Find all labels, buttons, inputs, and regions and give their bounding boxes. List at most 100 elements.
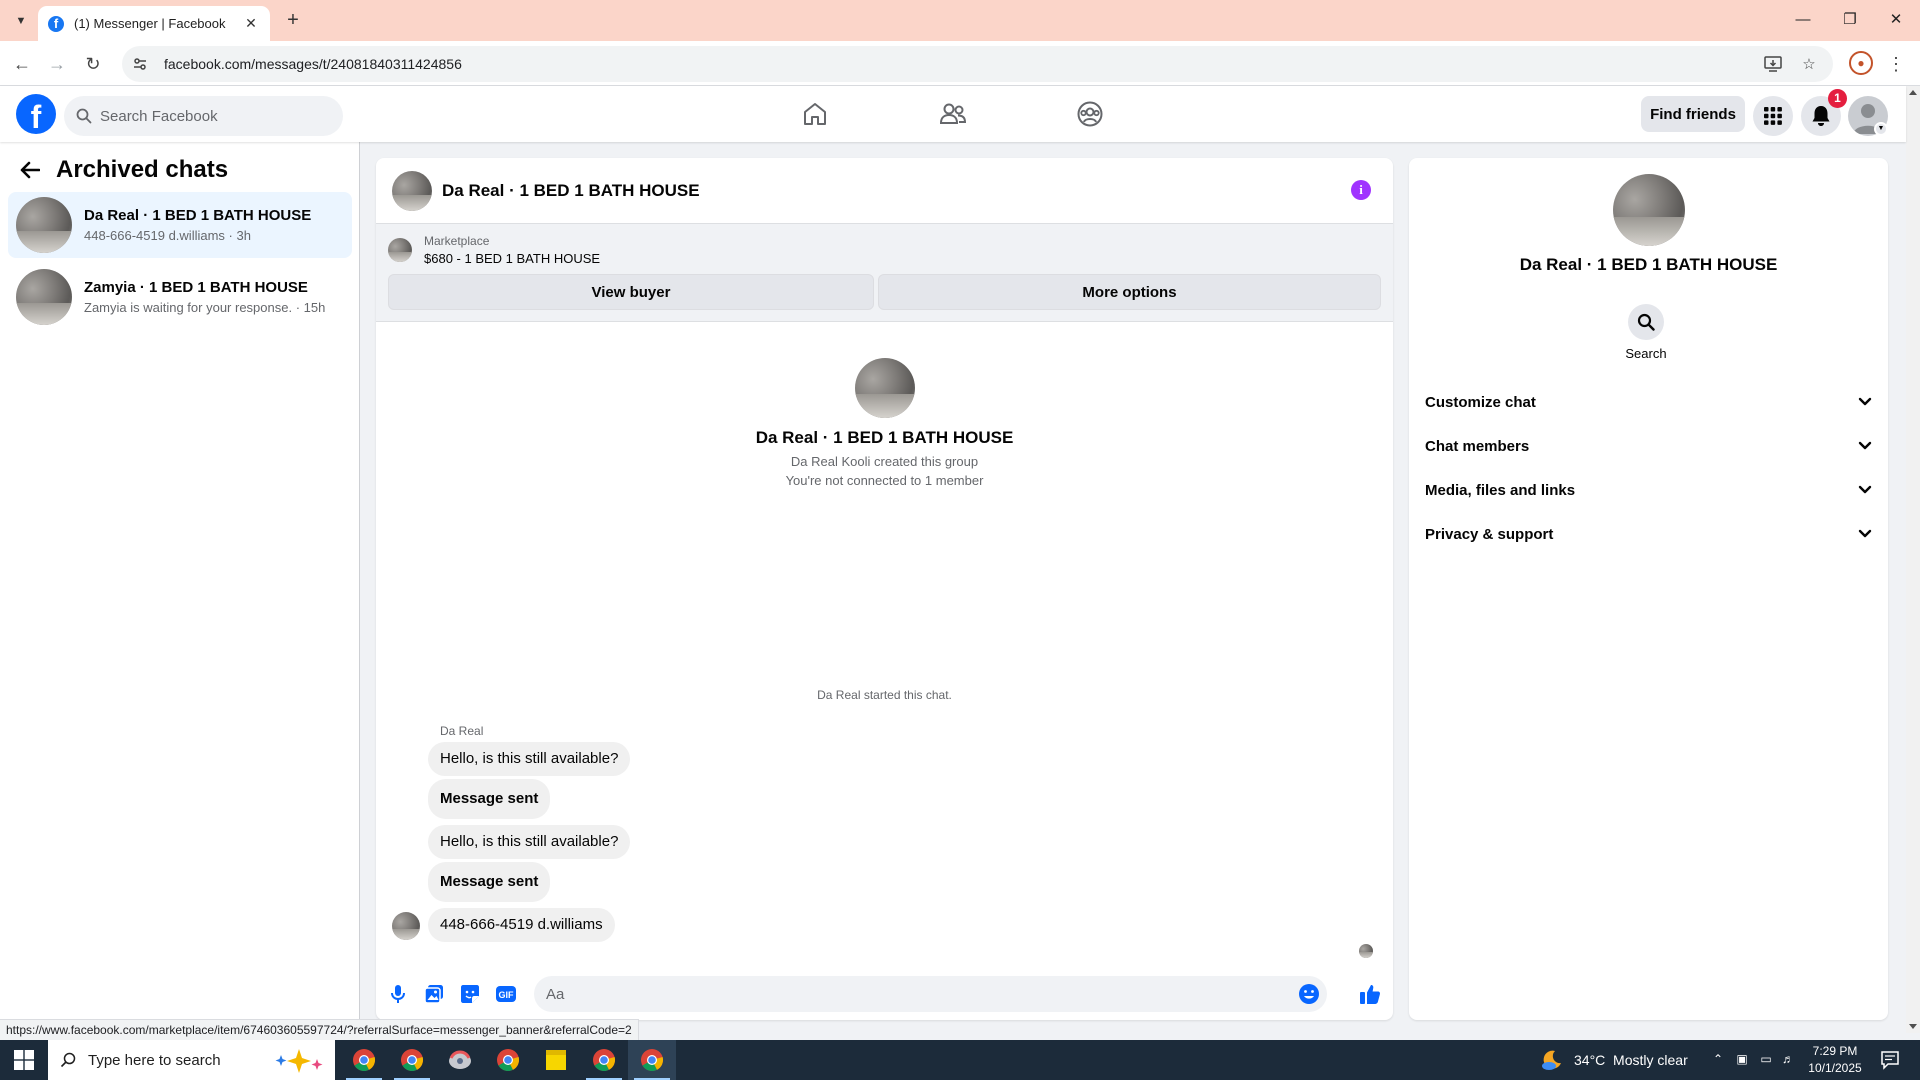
- home-icon[interactable]: [795, 96, 835, 132]
- menu-grid-icon[interactable]: [1753, 96, 1793, 136]
- chat-item-zamyia[interactable]: Zamyia · 1 BED 1 BATH HOUSE Zamyia is wa…: [8, 264, 352, 330]
- microphone-icon[interactable]: [386, 982, 410, 1006]
- taskbar-sticky-notes-icon[interactable]: [532, 1040, 580, 1080]
- taskbar-search-box[interactable]: Type here to search: [48, 1040, 335, 1080]
- search-highlight-sparkle-icon: [275, 1049, 323, 1073]
- chat-avatar: [16, 197, 72, 253]
- archived-chats-header: Archived chats: [16, 156, 228, 184]
- media-files-links-section[interactable]: Media, files and links: [1425, 470, 1872, 510]
- clock-date: 10/1/2025: [1808, 1061, 1862, 1075]
- taskbar-chrome-profile-icon[interactable]: [388, 1040, 436, 1080]
- chat-name: Zamyia · 1 BED 1 BATH HOUSE: [84, 279, 308, 296]
- more-options-button[interactable]: More options: [878, 274, 1381, 310]
- tray-expand-chevron-icon[interactable]: ⌃: [1710, 1052, 1726, 1068]
- bookmark-star-icon[interactable]: ☆: [1797, 52, 1821, 76]
- message-input[interactable]: [546, 976, 1286, 1012]
- taskbar-chrome-icon[interactable]: [340, 1040, 388, 1080]
- window-close-icon[interactable]: ✕: [1881, 8, 1911, 32]
- section-label: Customize chat: [1425, 393, 1536, 411]
- details-search-label: Search: [1625, 346, 1667, 361]
- taskbar-app-icon[interactable]: [436, 1040, 484, 1080]
- message-input-wrapper[interactable]: [534, 976, 1327, 1012]
- conversation-info-icon[interactable]: i: [1351, 180, 1371, 200]
- emoji-icon[interactable]: [1297, 982, 1321, 1006]
- back-icon[interactable]: ←: [8, 50, 36, 78]
- message-bubble[interactable]: Message sent: [428, 862, 551, 902]
- sender-avatar: [392, 912, 420, 940]
- taskbar-chrome-active-icon[interactable]: [628, 1040, 676, 1080]
- taskbar-search-icon: [60, 1052, 76, 1068]
- taskbar-chrome-window-icon[interactable]: [580, 1040, 628, 1080]
- tab-title: (1) Messenger | Facebook: [74, 16, 226, 31]
- install-app-icon[interactable]: [1761, 52, 1785, 76]
- chat-members-section[interactable]: Chat members: [1425, 426, 1872, 466]
- taskbar-chrome-alt-icon[interactable]: [484, 1040, 532, 1080]
- new-tab-plus-icon[interactable]: +: [281, 8, 305, 32]
- page-scrollbar[interactable]: [1906, 86, 1920, 1033]
- privacy-support-section[interactable]: Privacy & support: [1425, 514, 1872, 554]
- chat-name: Da Real · 1 BED 1 BATH HOUSE: [84, 207, 312, 224]
- scroll-up-arrow-icon[interactable]: [1909, 90, 1917, 95]
- archived-chats-panel: Archived chats Da Real · 1 BED 1 BATH HO…: [0, 142, 360, 1033]
- taskbar-clock[interactable]: 7:29 PM 10/1/2025: [1800, 1043, 1870, 1077]
- url-text[interactable]: facebook.com/messages/t/2408184031142485…: [164, 56, 1761, 72]
- site-info-icon[interactable]: [130, 54, 150, 74]
- groups-icon[interactable]: [1070, 96, 1110, 132]
- marketplace-label: Marketplace: [424, 234, 490, 248]
- windows-start-icon[interactable]: [0, 1040, 48, 1080]
- account-chevron-down-icon[interactable]: ▼: [1874, 122, 1888, 136]
- sticker-icon[interactable]: [458, 982, 482, 1006]
- browser-tab-messenger[interactable]: f (1) Messenger | Facebook ✕: [38, 6, 270, 41]
- chat-item-da-real[interactable]: Da Real · 1 BED 1 BATH HOUSE 448-666-451…: [8, 192, 352, 258]
- tab-close-icon[interactable]: ✕: [242, 15, 260, 32]
- forward-icon[interactable]: →: [43, 50, 71, 78]
- address-bar[interactable]: facebook.com/messages/t/2408184031142485…: [122, 46, 1833, 82]
- gif-icon[interactable]: GIF: [494, 982, 518, 1006]
- view-buyer-button[interactable]: View buyer: [388, 274, 874, 310]
- conversation-avatar[interactable]: [392, 170, 432, 211]
- taskbar-weather[interactable]: 34°C Mostly clear: [1540, 1040, 1688, 1080]
- windows-taskbar: Type here to search 34°C Mostly clear ⌃ …: [0, 1040, 1920, 1080]
- tray-volume-icon[interactable]: ♬: [1780, 1052, 1796, 1068]
- message-bubble[interactable]: Message sent: [428, 779, 551, 819]
- chevron-down-icon: [1858, 441, 1872, 450]
- message-bubble[interactable]: Hello, is this still available?: [428, 825, 631, 859]
- search-icon: [76, 108, 92, 124]
- conversation-title[interactable]: Da Real · 1 BED 1 BATH HOUSE: [442, 181, 700, 201]
- details-search-button[interactable]: [1628, 304, 1664, 340]
- conversation-header: Da Real · 1 BED 1 BATH HOUSE i: [376, 158, 1393, 224]
- sender-name: Da Real: [440, 724, 484, 738]
- customize-chat-section[interactable]: Customize chat: [1425, 382, 1872, 422]
- chevron-down-icon: [1858, 485, 1872, 494]
- friends-icon[interactable]: [933, 96, 973, 132]
- chrome-menu-icon[interactable]: ⋮: [1885, 50, 1907, 78]
- facebook-search[interactable]: [64, 96, 343, 136]
- facebook-logo-icon[interactable]: f: [16, 94, 56, 134]
- reload-icon[interactable]: ↻: [79, 50, 107, 78]
- tab-search-chevron-icon[interactable]: ▼: [10, 10, 32, 32]
- intro-connected-text: You're not connected to 1 member: [785, 473, 984, 488]
- action-center-icon[interactable]: [1880, 1050, 1900, 1070]
- tray-network-icon[interactable]: ▭: [1758, 1052, 1774, 1068]
- message-bubble[interactable]: 448-666-4519 d.williams: [428, 908, 615, 942]
- find-friends-button[interactable]: Find friends: [1641, 96, 1745, 132]
- tray-meet-now-icon[interactable]: ▣: [1734, 1052, 1750, 1068]
- marketplace-listing-link[interactable]: Marketplace $680 - 1 BED 1 BATH HOUSE: [388, 234, 600, 266]
- svg-text:GIF: GIF: [499, 990, 515, 1000]
- chevron-down-icon: [1858, 397, 1872, 406]
- message-composer: GIF: [376, 970, 1393, 1018]
- archived-chats-title: Archived chats: [56, 156, 229, 183]
- minimize-icon[interactable]: —: [1788, 8, 1818, 32]
- conversation-intro: Da Real · 1 BED 1 BATH HOUSE Da Real Koo…: [376, 358, 1393, 488]
- thumbs-up-like-icon[interactable]: [1358, 982, 1382, 1006]
- message-bubble[interactable]: Hello, is this still available?: [428, 742, 631, 776]
- listing-thumbnail: [388, 238, 412, 262]
- back-arrow-icon[interactable]: [16, 156, 44, 184]
- restore-icon[interactable]: ❐: [1835, 8, 1865, 32]
- chrome-profile-icon[interactable]: ●: [1849, 51, 1873, 75]
- moon-cloud-icon: [1542, 1050, 1561, 1070]
- scroll-down-arrow-icon[interactable]: [1909, 1024, 1917, 1029]
- facebook-search-input[interactable]: [100, 107, 330, 125]
- facebook-favicon-icon: f: [48, 15, 64, 32]
- photo-gallery-icon[interactable]: [422, 982, 446, 1006]
